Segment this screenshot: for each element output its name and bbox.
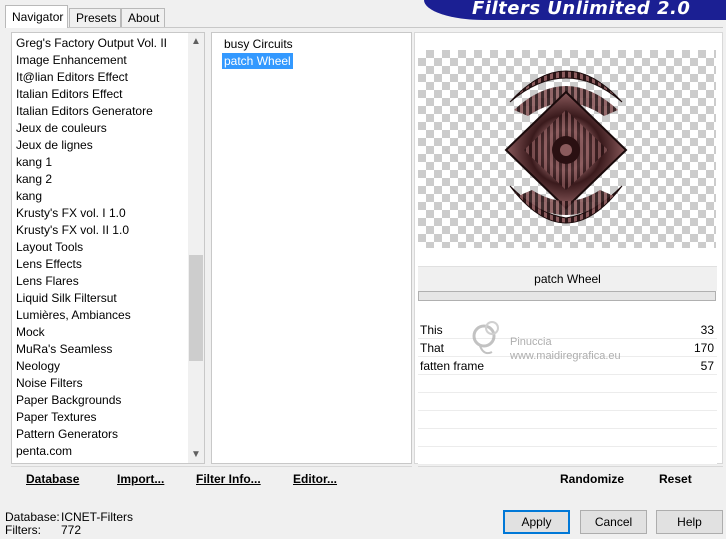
filters-label: Filters:: [5, 523, 41, 537]
category-item[interactable]: Neology: [12, 358, 60, 375]
param-row-empty: [418, 394, 717, 411]
selected-filter-name: patch Wheel: [418, 266, 717, 291]
watermark-logo-icon: [472, 321, 499, 355]
help-button[interactable]: Help: [656, 510, 723, 534]
progress-bar: [418, 291, 716, 301]
param-label: That: [420, 341, 445, 355]
param-value[interactable]: 33: [701, 322, 714, 339]
reset-button[interactable]: Reset: [659, 472, 692, 486]
param-row-empty: [418, 376, 717, 393]
scroll-up-icon[interactable]: ▲: [188, 34, 204, 50]
param-row-empty: [418, 430, 717, 447]
tab-about[interactable]: About: [121, 8, 165, 27]
cancel-button[interactable]: Cancel: [580, 510, 647, 534]
patch-wheel-preview-graphic: [504, 70, 628, 224]
filter-list[interactable]: busy Circuits patch Wheel: [211, 32, 412, 464]
database-value: ICNET-Filters: [61, 510, 133, 524]
param-value[interactable]: 57: [701, 358, 714, 375]
category-item[interactable]: Krusty's FX vol. II 1.0: [12, 222, 129, 239]
filter-item-busy-circuits[interactable]: busy Circuits: [222, 36, 295, 52]
category-item[interactable]: Italian Editors Generatore: [12, 103, 153, 120]
param-row-empty: [418, 448, 717, 465]
apply-button[interactable]: Apply: [503, 510, 570, 534]
category-list[interactable]: Greg's Factory Output Vol. II Image Enhan…: [11, 32, 205, 464]
filter-item-patch-wheel[interactable]: patch Wheel: [222, 53, 293, 69]
param-row-empty: [418, 412, 717, 429]
tab-frame-line: [5, 27, 723, 28]
app-title: Filters Unlimited 2.0: [472, 0, 691, 19]
category-item[interactable]: Image Enhancement: [12, 52, 127, 69]
category-item[interactable]: Krusty's FX vol. I 1.0: [12, 205, 126, 222]
category-item[interactable]: MuRa's Seamless: [12, 341, 112, 358]
category-item[interactable]: penta.com: [12, 443, 72, 460]
category-item[interactable]: kang: [12, 188, 42, 205]
category-item[interactable]: Lens Effects: [12, 256, 82, 273]
filter-info-button[interactable]: Filter Info...: [196, 472, 261, 486]
editor-button[interactable]: Editor...: [293, 472, 337, 486]
database-label: Database:: [5, 510, 60, 524]
database-button[interactable]: Database: [26, 472, 79, 486]
category-item[interactable]: Lens Flares: [12, 273, 79, 290]
category-item[interactable]: It@lian Editors Effect: [12, 69, 128, 86]
randomize-button[interactable]: Randomize: [560, 472, 624, 486]
param-value[interactable]: 170: [694, 340, 714, 357]
tab-presets[interactable]: Presets: [69, 8, 121, 27]
scroll-down-icon[interactable]: ▼: [188, 447, 204, 463]
scroll-thumb[interactable]: [189, 255, 203, 361]
category-item[interactable]: Italian Editors Effect: [12, 86, 123, 103]
watermark-line2: www.maidiregrafica.eu: [510, 350, 621, 362]
category-item[interactable]: Layout Tools: [12, 239, 83, 256]
category-item[interactable]: Jeux de lignes: [12, 137, 93, 154]
category-item[interactable]: Jeux de couleurs: [12, 120, 107, 137]
category-item[interactable]: kang 1: [12, 154, 52, 171]
category-scrollbar[interactable]: [188, 33, 204, 463]
category-item[interactable]: Greg's Factory Output Vol. II: [12, 35, 167, 52]
category-item[interactable]: Paper Textures: [12, 409, 97, 426]
category-item[interactable]: Mock: [12, 324, 45, 341]
tab-navigator[interactable]: Navigator: [5, 5, 68, 28]
category-item[interactable]: Noise Filters: [12, 375, 83, 392]
category-item[interactable]: kang 2: [12, 171, 52, 188]
category-item[interactable]: Pattern Generators: [12, 426, 118, 443]
watermark-line1: Pinuccia: [510, 336, 552, 348]
watermark: Pinuccia www.maidiregrafica.eu: [470, 318, 650, 370]
param-label: This: [420, 323, 443, 337]
category-item[interactable]: Paper Backgrounds: [12, 392, 121, 409]
import-button[interactable]: Import...: [117, 472, 164, 486]
category-item[interactable]: Lumières, Ambiances: [12, 307, 131, 324]
filters-value: 772: [61, 523, 82, 537]
category-item[interactable]: Liquid Silk Filtersut: [12, 290, 117, 307]
preview-image: [418, 50, 716, 248]
